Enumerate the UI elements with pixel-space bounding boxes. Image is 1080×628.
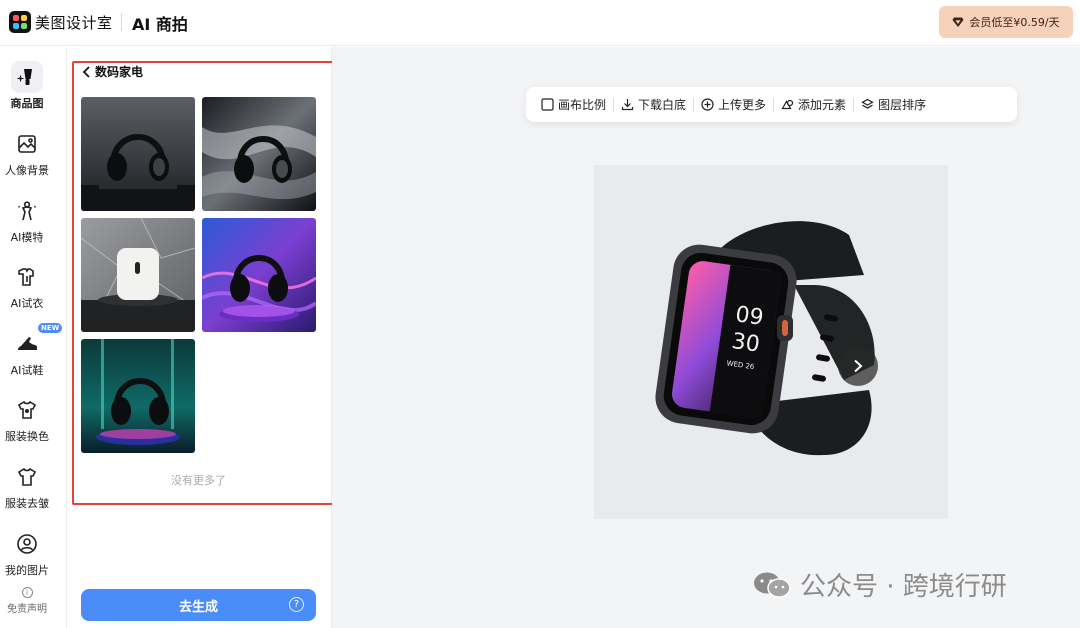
header-divider (121, 13, 122, 31)
portrait-background-icon (11, 128, 43, 160)
chevron-right-icon (854, 359, 863, 373)
download-icon (621, 99, 634, 111)
next-image-button[interactable] (838, 346, 878, 386)
watermark-text: 公众号 · 跨境行研 (800, 572, 1007, 602)
upload-more-button[interactable]: 上传更多 (694, 96, 773, 113)
meitu-logo-icon[interactable] (9, 11, 31, 33)
diamond-icon (952, 17, 964, 27)
product-preview[interactable]: 09 30 WED 26 (594, 165, 948, 519)
chevron-left-icon (82, 65, 90, 78)
nav-item-portrait-background[interactable]: 人像背景 (0, 128, 54, 178)
help-icon[interactable]: ? (289, 597, 304, 612)
add-element-button[interactable]: 添加元素 (774, 96, 853, 113)
tool-label: 图层排序 (878, 98, 927, 112)
template-thumbnail[interactable] (81, 97, 195, 211)
canvas-toolbar: 画布比例 下载白底 上传更多 添加元素 图层排序 (526, 87, 1017, 122)
vip-promo-button[interactable]: 会员低至¥0.59/天 (939, 6, 1073, 38)
generate-button[interactable]: 去生成 ? (81, 589, 316, 621)
disclaimer-link[interactable]: i 免责声明 (0, 587, 54, 615)
nav-item-ai-try-on-clothes[interactable]: AI试衣 (0, 261, 54, 311)
left-nav: 商品图 人像背景 AI模特 AI试衣 NEW AI试鞋 服装换色 服装去皱 我的… (0, 47, 63, 628)
nav-item-product-image[interactable]: 商品图 (0, 61, 54, 111)
nav-label: AI试鞋 (10, 364, 44, 377)
wechat-icon (754, 572, 791, 598)
back-to-category-button[interactable]: 数码家电 (82, 63, 143, 80)
nav-label: AI模特 (10, 231, 44, 244)
ai-try-on-clothes-icon (11, 261, 43, 293)
top-header: 美图设计室 AI 商拍 会员低至¥0.59/天 (0, 0, 1080, 46)
layer-order-button[interactable]: 图层排序 (854, 96, 933, 113)
nav-item-ai-model[interactable]: AI模特 (0, 195, 54, 245)
layers-icon (861, 98, 874, 109)
nav-label: AI试衣 (10, 297, 44, 310)
clothing-dewrinkle-icon (11, 461, 43, 493)
nav-item-my-images[interactable]: 我的图片 (0, 528, 54, 578)
nav-label: 服装去皱 (5, 497, 49, 510)
clothing-recolor-icon (11, 394, 43, 426)
generate-label: 去生成 (178, 599, 218, 615)
my-images-icon (11, 528, 43, 560)
template-thumbnail[interactable] (81, 218, 195, 332)
end-of-list-text: 没有更多了 (171, 474, 226, 487)
brand-name[interactable]: 美图设计室 (35, 12, 113, 33)
new-badge: NEW (38, 323, 63, 333)
vip-promo-label: 会员低至¥0.59/天 (969, 16, 1060, 29)
category-title: 数码家电 (95, 65, 144, 79)
template-thumbnail[interactable] (81, 339, 195, 453)
nav-label: 我的图片 (5, 564, 49, 577)
info-icon: i (21, 587, 33, 598)
template-thumbnail[interactable] (202, 218, 316, 332)
canvas-ratio-icon (541, 98, 554, 111)
download-white-bg-button[interactable]: 下载白底 (614, 96, 693, 113)
tool-label: 下载白底 (638, 98, 687, 112)
nav-item-clothing-dewrinkle[interactable]: 服装去皱 (0, 461, 54, 511)
watch-hour: 09 (734, 302, 765, 331)
nav-label: 人像背景 (5, 164, 49, 177)
tool-label: 画布比例 (558, 98, 607, 112)
nav-label: 商品图 (10, 97, 44, 110)
nav-label: 服装换色 (5, 430, 49, 443)
ai-model-icon (11, 195, 43, 227)
product-title: AI 商拍 (132, 15, 188, 34)
product-image-icon (11, 61, 43, 93)
nav-item-clothing-recolor[interactable]: 服装换色 (0, 394, 54, 444)
add-element-icon (781, 99, 794, 110)
canvas-ratio-button[interactable]: 画布比例 (534, 96, 613, 113)
watch-minute: 30 (730, 329, 761, 358)
ai-try-on-shoes-icon (11, 328, 43, 360)
disclaimer-label: 免责声明 (7, 604, 47, 615)
upload-plus-icon (701, 98, 714, 111)
template-thumbnail[interactable] (202, 97, 316, 211)
tool-label: 添加元素 (798, 98, 847, 112)
wechat-watermark: 公众号 · 跨境行研 (752, 566, 1007, 603)
nav-item-ai-try-on-shoes[interactable]: NEW AI试鞋 (0, 323, 63, 378)
tool-label: 上传更多 (718, 98, 767, 112)
